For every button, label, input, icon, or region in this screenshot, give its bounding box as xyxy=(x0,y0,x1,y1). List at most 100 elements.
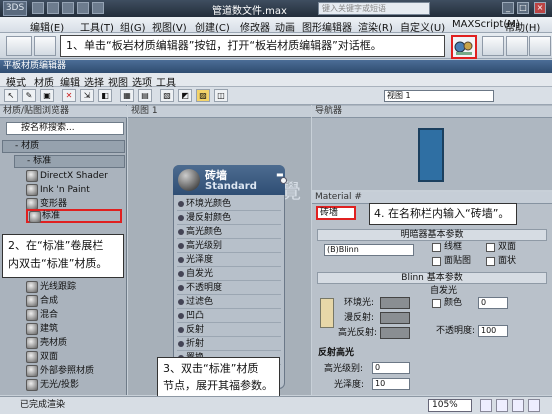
zoom-icon[interactable] xyxy=(512,399,524,412)
slot-input-dot[interactable] xyxy=(178,201,184,207)
menu-customize[interactable]: 自定义(U) xyxy=(400,19,445,34)
selection-dropdown[interactable] xyxy=(6,36,32,56)
slot-input-dot[interactable] xyxy=(178,215,184,221)
material-item[interactable]: DirectX Shader xyxy=(26,169,124,183)
assign-material-icon[interactable]: ▣ xyxy=(40,89,54,102)
slot-input-dot[interactable] xyxy=(178,313,184,319)
spec-level-spinner[interactable]: 0 xyxy=(372,362,410,374)
select-link-icon[interactable] xyxy=(34,36,56,56)
node-output-dot[interactable] xyxy=(280,177,287,184)
shader-type-dropdown[interactable]: (B)Blinn xyxy=(324,244,414,256)
node-slot[interactable]: 反射 xyxy=(177,323,281,337)
delete-icon[interactable]: ✕ xyxy=(62,89,76,102)
menu-rendering[interactable]: 渲染(R) xyxy=(358,19,393,34)
slot-input-dot[interactable] xyxy=(178,229,184,235)
slot-input-dot[interactable] xyxy=(178,341,184,347)
maximize-button[interactable]: □ xyxy=(517,2,529,14)
pan-icon[interactable] xyxy=(496,399,508,412)
glossiness-spinner[interactable]: 10 xyxy=(372,378,410,390)
zoom-dropdown[interactable]: 105% xyxy=(428,399,472,412)
show-map-icon[interactable]: ▧ xyxy=(160,89,174,102)
view-select-dropdown[interactable]: 视图 1 xyxy=(384,90,494,102)
slot-input-dot[interactable] xyxy=(178,327,184,333)
zoom-region-icon[interactable] xyxy=(528,399,540,412)
material-item[interactable]: 合成 xyxy=(26,294,124,308)
node-slot[interactable]: 自发光 xyxy=(177,267,281,281)
menu-views[interactable]: 视图(V) xyxy=(152,19,187,34)
close-button[interactable]: × xyxy=(534,2,546,14)
minimize-button[interactable]: _ xyxy=(502,2,514,14)
wire-checkbox[interactable] xyxy=(432,243,441,252)
help-search-input[interactable]: 键入关键字或短语 xyxy=(318,2,430,15)
zoom-extents-icon[interactable] xyxy=(480,399,492,412)
save-file-icon[interactable] xyxy=(62,2,74,14)
open-file-icon[interactable] xyxy=(47,2,59,14)
menu-create[interactable]: 创建(C) xyxy=(195,19,230,34)
specular-color-swatch[interactable] xyxy=(380,327,410,339)
show-background-icon[interactable]: ◩ xyxy=(178,89,192,102)
view-tab[interactable]: 视图 1 xyxy=(128,106,311,118)
browser-search-input[interactable]: 按名称搜索... xyxy=(6,122,124,135)
menu-animation[interactable]: 动画 xyxy=(275,19,295,34)
node-slot[interactable]: 过滤色 xyxy=(177,295,281,309)
node-slot[interactable]: 光泽度 xyxy=(177,253,281,267)
menu-tools[interactable]: 工具(T) xyxy=(80,19,114,34)
opacity-spinner[interactable]: 100 xyxy=(478,325,508,337)
render-teapot-icon[interactable] xyxy=(529,36,551,56)
material-item[interactable]: 混合 xyxy=(26,308,124,322)
lock-ambient-icon[interactable] xyxy=(320,298,334,328)
move-children-icon[interactable]: ⇲ xyxy=(80,89,94,102)
material-name-field[interactable]: 砖墙 xyxy=(316,206,356,220)
rollout-shader-basic[interactable]: 明暗器基本参数 xyxy=(317,229,547,241)
group-standard[interactable]: - 标准 xyxy=(14,155,125,168)
slate-material-editor-button[interactable] xyxy=(451,35,477,59)
hide-unused-icon[interactable]: ◧ xyxy=(98,89,112,102)
node-slot[interactable]: 高光级别 xyxy=(177,239,281,253)
layout-icon[interactable]: ▦ xyxy=(120,89,134,102)
material-item[interactable]: 双面 xyxy=(26,350,124,364)
node-slot[interactable]: 折射 xyxy=(177,337,281,351)
undo-icon[interactable] xyxy=(77,2,89,14)
menu-graph-editors[interactable]: 图形编辑器 xyxy=(302,19,352,34)
material-item-standard[interactable]: 标准 xyxy=(26,209,122,223)
node-slot[interactable]: 高光颜色 xyxy=(177,225,281,239)
two-sided-checkbox[interactable] xyxy=(486,243,495,252)
material-item[interactable]: 建筑 xyxy=(26,322,124,336)
slot-input-dot[interactable] xyxy=(178,299,184,305)
node-slot[interactable]: 漫反射颜色 xyxy=(177,211,281,225)
slot-input-dot[interactable] xyxy=(178,257,184,263)
node-slot[interactable]: 不透明度 xyxy=(177,281,281,295)
pick-material-icon[interactable]: ✎ xyxy=(22,89,36,102)
redo-icon[interactable] xyxy=(92,2,104,14)
material-item[interactable]: 光线跟踪 xyxy=(26,280,124,294)
rendered-frame-icon[interactable] xyxy=(506,36,528,56)
group-material[interactable]: - 材质 xyxy=(2,140,125,153)
self-illum-spinner[interactable]: 0 xyxy=(478,297,508,309)
slot-input-dot[interactable] xyxy=(178,243,184,249)
material-item[interactable]: 无光/投影 xyxy=(26,378,124,392)
face-map-checkbox[interactable] xyxy=(432,257,441,266)
menu-help[interactable]: 帮助(H) xyxy=(505,19,540,34)
material-item[interactable]: Ink 'n Paint xyxy=(26,183,124,197)
show-end-result-icon[interactable]: ▨ xyxy=(196,89,210,102)
diffuse-color-swatch[interactable] xyxy=(380,312,410,324)
faceted-checkbox[interactable] xyxy=(486,257,495,266)
render-setup-icon[interactable] xyxy=(482,36,504,56)
new-file-icon[interactable] xyxy=(32,2,44,14)
navigator-toggle-icon[interactable]: ◫ xyxy=(214,89,228,102)
node-slot[interactable]: 环境光颜色 xyxy=(177,197,281,211)
app-logo[interactable]: 3DS xyxy=(3,1,27,16)
slot-input-dot[interactable] xyxy=(178,285,184,291)
material-item[interactable]: 外部参照材质 xyxy=(26,364,124,378)
slot-input-dot[interactable] xyxy=(178,271,184,277)
layout-children-icon[interactable]: ▤ xyxy=(138,89,152,102)
menu-group[interactable]: 组(G) xyxy=(120,19,146,34)
material-item[interactable]: 壳材质 xyxy=(26,336,124,350)
menu-edit[interactable]: 编辑(E) xyxy=(30,19,64,34)
select-tool-icon[interactable]: ↖ xyxy=(4,89,18,102)
rollout-blinn-basic[interactable]: Blinn 基本参数 xyxy=(317,272,547,284)
navigator-preview[interactable] xyxy=(418,128,444,182)
ambient-color-swatch[interactable] xyxy=(380,297,410,309)
node-slot[interactable]: 凹凸 xyxy=(177,309,281,323)
self-illum-color-checkbox[interactable] xyxy=(432,299,441,308)
